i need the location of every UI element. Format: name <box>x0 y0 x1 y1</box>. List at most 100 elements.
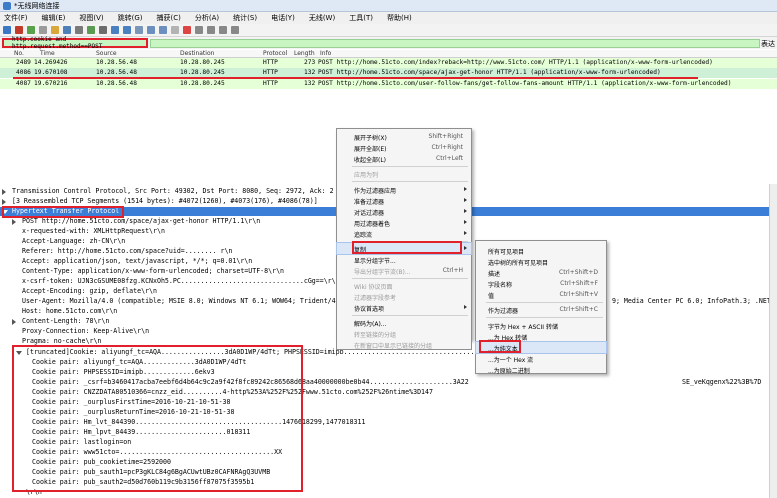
menu-separator <box>486 302 603 303</box>
autoscroll-icon[interactable] <box>171 26 179 34</box>
menu-item-expand-all[interactable]: 展开全部(E) Ctrl+Right <box>337 142 471 153</box>
column-header-source[interactable]: Source <box>96 50 117 57</box>
submenu-item-as-filter[interactable]: 作为过滤器 Ctrl+Shift+C <box>476 304 606 315</box>
details-scrollbar[interactable] <box>769 184 777 498</box>
reload-icon[interactable] <box>87 26 95 34</box>
display-filter-input[interactable]: http.cookie and http.request.method==POS… <box>2 36 148 50</box>
submenu-item-description[interactable]: 描述 Ctrl+Shift+D <box>476 267 606 278</box>
go-back-icon[interactable] <box>111 26 119 34</box>
packet-time: 14.269426 <box>34 59 68 66</box>
menu-item-shortcut: Ctrl+Shift+D <box>559 269 598 276</box>
start-capture-icon[interactable] <box>3 26 11 34</box>
menu-go[interactable]: 跳转(G) <box>118 13 143 23</box>
column-header-info[interactable]: Info <box>320 50 331 57</box>
column-header-destination[interactable]: Destination <box>180 50 214 57</box>
go-forward-icon[interactable] <box>123 26 131 34</box>
packet-protocol: HTTP <box>263 59 278 66</box>
copy-submenu: 所有可见项目 选中树的所有可见项目 描述 Ctrl+Shift+D 字段名称 C… <box>475 240 607 375</box>
restart-capture-icon[interactable] <box>27 26 35 34</box>
menu-item-apply-as-column[interactable]: 应用为列 <box>337 168 471 179</box>
menu-view[interactable]: 视图(V) <box>79 13 103 23</box>
menu-item-show-packet-bytes[interactable]: 显示分组字节... <box>337 254 471 265</box>
tree-item-label: [3 Reassembled TCP Segments (1514 bytes)… <box>12 197 318 205</box>
submenu-item-bytes-hex-ascii[interactable]: 字节为 Hex + ASCII 转储 <box>476 320 606 331</box>
submenu-item-raw-binary[interactable]: ...为原始二进制 <box>476 364 606 375</box>
menu-item-decode-as[interactable]: 解码为(A)... <box>337 317 471 328</box>
column-header-protocol[interactable]: Protocol <box>263 50 287 57</box>
menu-edit[interactable]: 编辑(E) <box>42 13 66 23</box>
submenu-arrow-icon <box>464 209 467 213</box>
http-line-text: Accept-Encoding: gzip, deflate\r\n <box>22 287 157 295</box>
display-filter-input-extension[interactable] <box>150 39 760 48</box>
find-packet-icon[interactable] <box>99 26 107 34</box>
expand-arrow-icon[interactable] <box>2 189 6 195</box>
menu-item-protocol-preferences[interactable]: 协议首选项 <box>337 302 471 313</box>
menu-item-label: 字节为 Hex + ASCII 转储 <box>488 324 558 331</box>
menu-statistics[interactable]: 统计(S) <box>233 13 257 23</box>
menu-item-label: 选中树的所有可见项目 <box>488 260 549 267</box>
column-header-length[interactable]: Length <box>294 50 315 57</box>
menu-item-show-linked-packet-new-window[interactable]: 在新窗口中显示已链接的分组 <box>336 339 472 350</box>
menu-item-label: 作为过滤器应用 <box>354 188 397 195</box>
menu-item-collapse-all[interactable]: 收起全部(L) Ctrl+Left <box>337 153 471 164</box>
first-packet-icon[interactable] <box>147 26 155 34</box>
http-line-text: Accept: application/json, text/javascrip… <box>22 257 253 265</box>
menu-help[interactable]: 帮助(H) <box>387 13 412 23</box>
submenu-item-all-visible-selected-tree[interactable]: 选中树的所有可见项目 <box>476 256 606 267</box>
close-file-icon[interactable] <box>75 26 83 34</box>
last-packet-icon[interactable] <box>159 26 167 34</box>
menu-item-colorize-with-filter[interactable]: 用过滤器着色 <box>337 217 471 228</box>
annotation-box-http <box>2 206 124 218</box>
menu-capture[interactable]: 捕获(C) <box>157 13 181 23</box>
submenu-item-hex-stream[interactable]: ...为一个 Hex 流 <box>476 353 606 364</box>
menu-wireless[interactable]: 无线(W) <box>309 13 335 23</box>
menu-item-expand-subtrees[interactable]: 展开子树(X) Shift+Right <box>337 131 471 142</box>
submenu-item-all-visible[interactable]: 所有可见项目 <box>476 245 606 256</box>
normal-size-icon[interactable] <box>219 26 227 34</box>
zoom-in-icon[interactable] <box>195 26 203 34</box>
menu-item-wiki-protocol-page[interactable]: Wiki 协议页面 <box>337 280 471 291</box>
open-file-icon[interactable] <box>51 26 59 34</box>
menu-item-label: 解码为(A)... <box>354 321 387 328</box>
cookie-pair-text: SE_veKqgenx%22%3B%7D <box>682 378 762 386</box>
menu-item-apply-as-filter[interactable]: 作为过滤器应用 <box>337 184 471 195</box>
menu-item-prepare-filter[interactable]: 准备过滤器 <box>337 195 471 206</box>
column-header-time[interactable]: Time <box>40 50 55 57</box>
packet-destination: 10.28.80.245 <box>180 59 225 66</box>
menu-item-label: 显示分组字节... <box>354 258 396 265</box>
column-header-no[interactable]: No. <box>14 50 24 57</box>
http-line-text: x-csrf-token: UJN3cGSUME08fzg.KCNxOh5.PC… <box>22 277 340 285</box>
menu-item-label: 在新窗口中显示已链接的分组 <box>354 343 433 350</box>
menu-separator <box>352 181 468 182</box>
expand-arrow-icon[interactable] <box>2 199 6 205</box>
save-file-icon[interactable] <box>63 26 71 34</box>
menu-tools[interactable]: 工具(T) <box>349 13 373 23</box>
menu-item-conversation-filter[interactable]: 对话过滤器 <box>337 206 471 217</box>
menu-item-follow-stream[interactable]: 追踪流 <box>337 228 471 239</box>
menu-analyze[interactable]: 分析(A) <box>195 13 219 23</box>
menu-file[interactable]: 文件(F) <box>4 13 28 23</box>
menu-item-filter-field-reference[interactable]: 过滤器字段参考 <box>337 291 471 302</box>
go-to-packet-icon[interactable] <box>135 26 143 34</box>
resize-columns-icon[interactable] <box>231 26 239 34</box>
submenu-item-value[interactable]: 值 Ctrl+Shift+V <box>476 289 606 300</box>
expand-arrow-icon[interactable] <box>12 319 16 325</box>
menu-bar: 文件(F) 编辑(E) 视图(V) 跳转(G) 捕获(C) 分析(A) 统计(S… <box>0 12 777 24</box>
packet-row[interactable]: 2489 14.269426 10.28.56.48 10.28.80.245 … <box>0 58 777 68</box>
menu-item-go-to-linked-packet[interactable]: 转至链接的分组 <box>337 328 471 339</box>
capture-options-icon[interactable] <box>39 26 47 34</box>
filter-expression-button[interactable]: 表达 <box>761 39 775 49</box>
menu-item-label: 转至链接的分组 <box>354 332 397 339</box>
title-bar: *无线网络连接 <box>0 0 777 12</box>
stop-capture-icon[interactable] <box>15 26 23 34</box>
zoom-out-icon[interactable] <box>207 26 215 34</box>
packet-row[interactable]: 4087 19.670216 10.28.56.48 10.28.80.245 … <box>0 79 777 89</box>
colorize-icon[interactable] <box>183 26 191 34</box>
menu-telephony[interactable]: 电话(Y) <box>271 13 295 23</box>
submenu-item-field-name[interactable]: 字段名称 Ctrl+Shift+F <box>476 278 606 289</box>
display-filter-bar: http.cookie and http.request.method==POS… <box>0 36 777 50</box>
menu-item-export-packet-bytes[interactable]: 导出分组字节流(B)... Ctrl+H <box>337 265 471 276</box>
menu-item-label: ...为一个 Hex 流 <box>488 357 534 364</box>
expand-arrow-icon[interactable] <box>12 219 16 225</box>
http-line-text: User-Agent: Mozilla/4.0 (compatible; MSI… <box>22 297 336 305</box>
